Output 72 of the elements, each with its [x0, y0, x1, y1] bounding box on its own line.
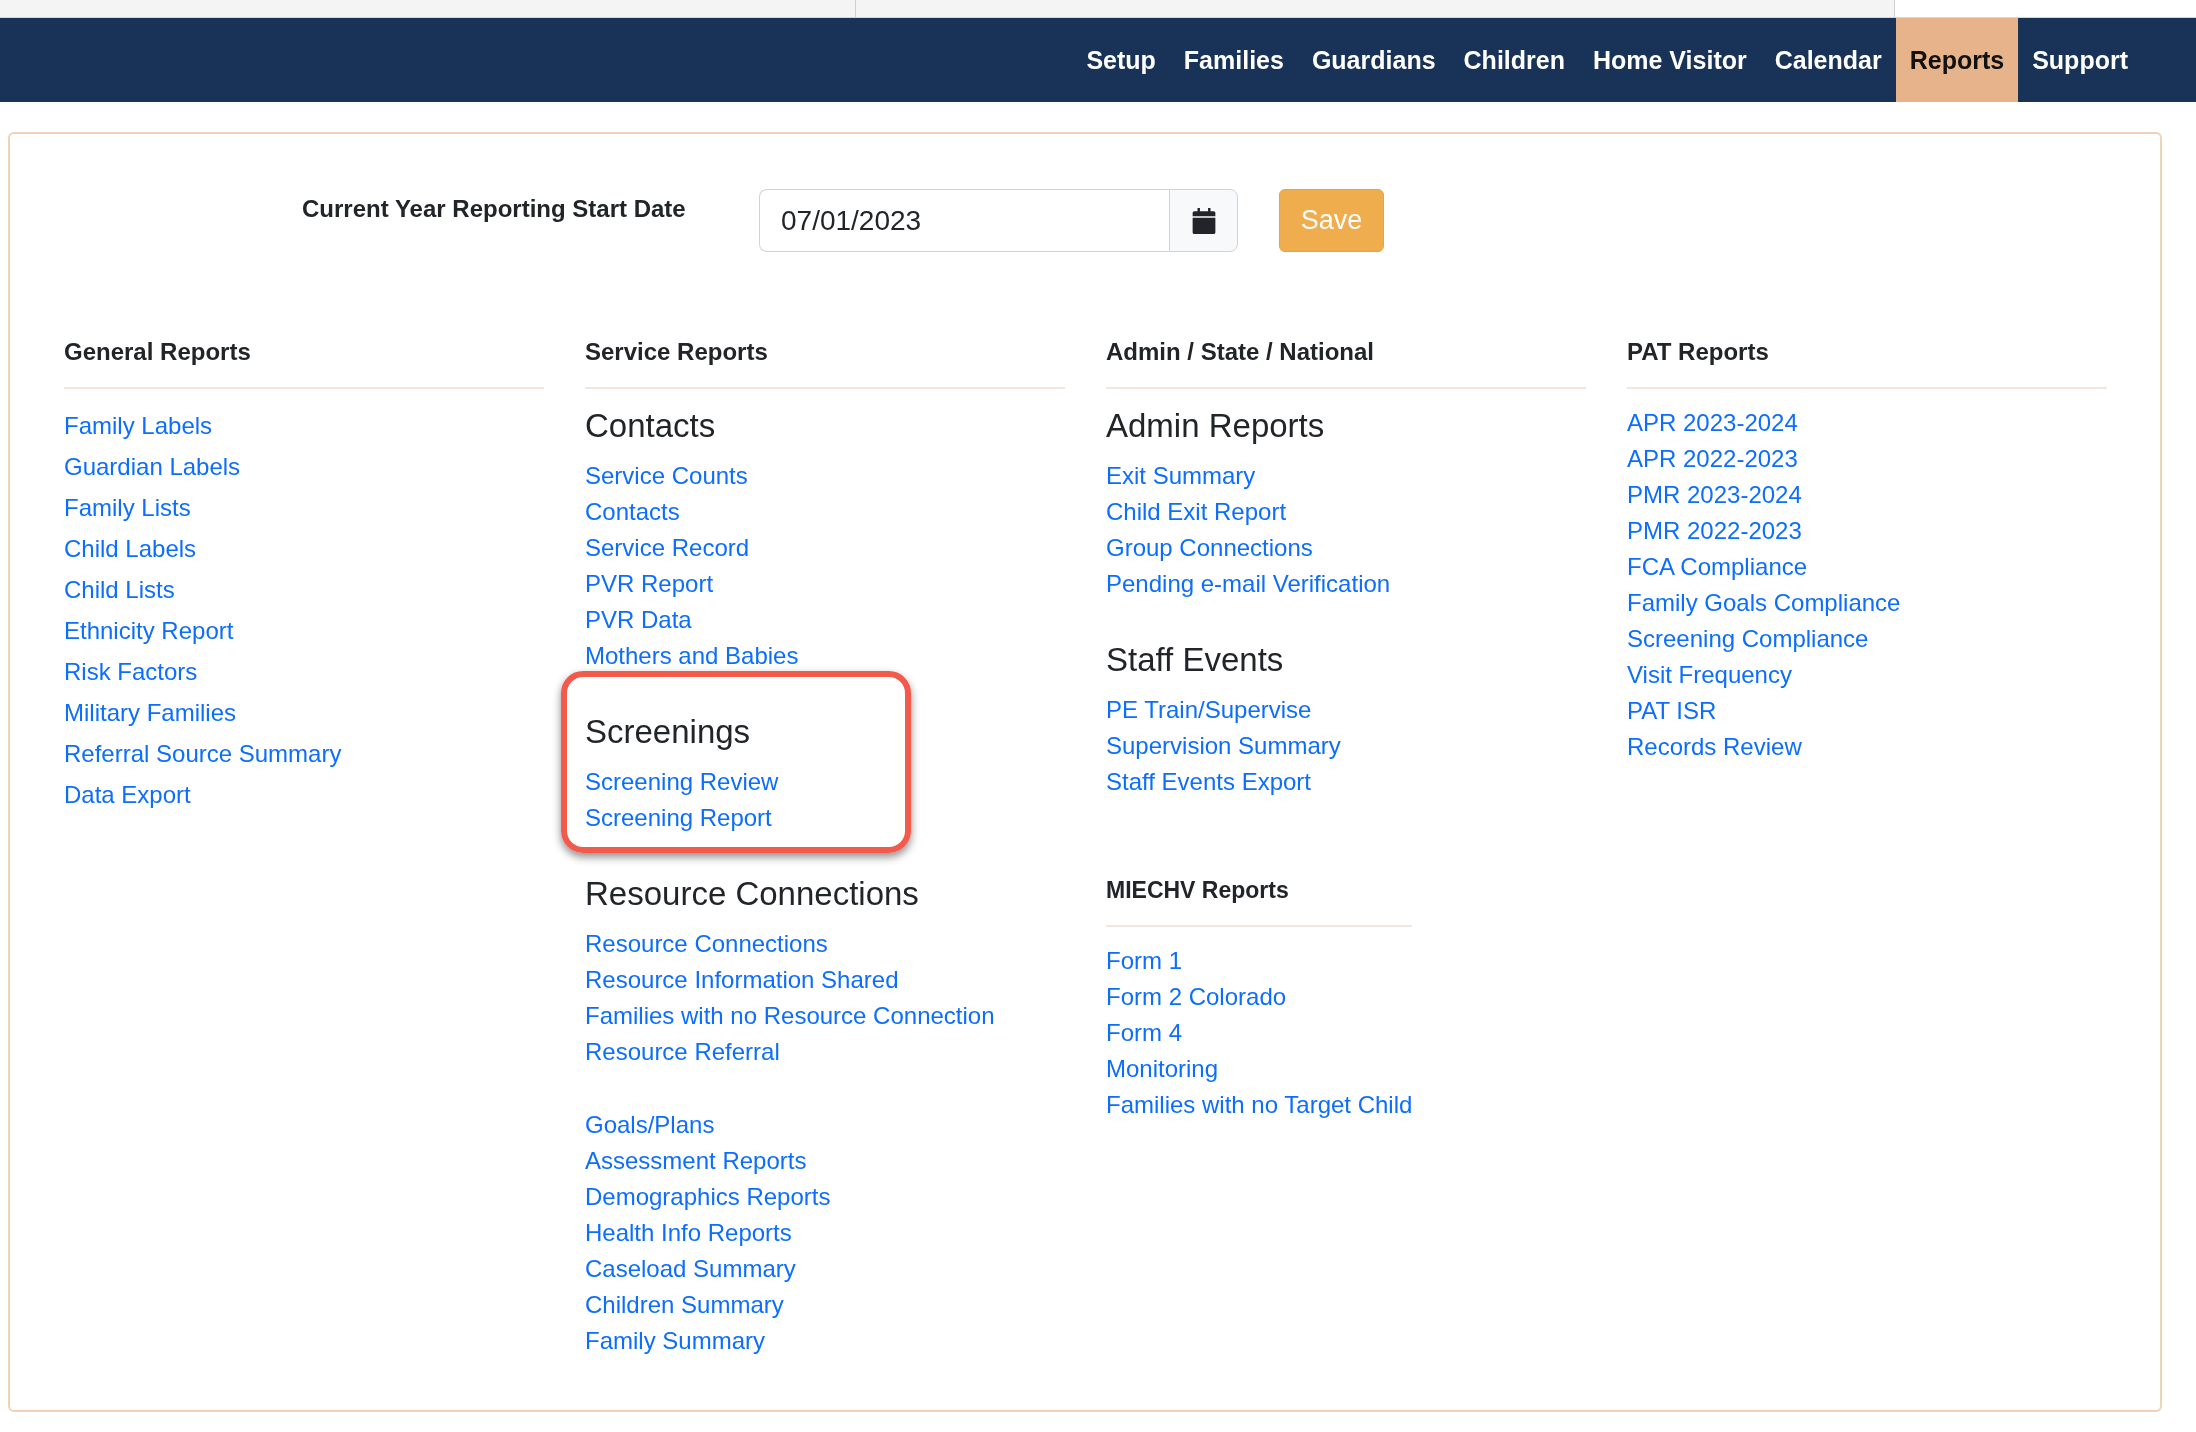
report-link[interactable]: Records Review	[1627, 729, 1802, 765]
nav-item[interactable]: Families	[1169, 18, 1298, 102]
report-link[interactable]: Service Record	[585, 530, 750, 566]
report-link[interactable]: Family Goals Compliance	[1627, 585, 1901, 621]
report-link[interactable]: Family Labels	[64, 405, 213, 446]
report-link[interactable]: Exit Summary	[1106, 458, 1256, 494]
report-link[interactable]: PE Train/Supervise	[1106, 692, 1312, 728]
nav-item[interactable]: Children	[1449, 18, 1579, 102]
date-field[interactable]: 07/01/2023	[759, 189, 1169, 252]
report-link[interactable]: Form 1	[1106, 943, 1182, 979]
nav-item[interactable]: Guardians	[1297, 18, 1450, 102]
report-link[interactable]: Service Counts	[585, 458, 748, 494]
calendar-icon[interactable]	[1190, 207, 1217, 234]
report-link[interactable]: Family Summary	[585, 1323, 765, 1359]
report-link[interactable]: Group Connections	[1106, 530, 1313, 566]
section-title: Resource Connections	[585, 874, 919, 914]
column-heading: General Reports	[64, 335, 544, 389]
report-link[interactable]: Contacts	[585, 494, 680, 530]
report-link[interactable]: PVR Data	[585, 602, 692, 638]
report-link[interactable]: Families with no Target Child	[1106, 1087, 1413, 1123]
report-link[interactable]: Resource Connections	[585, 926, 828, 962]
report-link[interactable]: Child Lists	[64, 569, 175, 610]
report-link[interactable]: Families with no Resource Connection	[585, 998, 995, 1034]
column-heading: Admin / State / National	[1106, 335, 1586, 389]
report-link[interactable]: Health Info Reports	[585, 1215, 792, 1251]
report-link[interactable]: PVR Report	[585, 566, 714, 602]
column-heading: MIECHV Reports	[1106, 873, 1413, 927]
report-link[interactable]: Monitoring	[1106, 1051, 1219, 1087]
report-link[interactable]: Supervision Summary	[1106, 728, 1341, 764]
column-heading: Service Reports	[585, 335, 1065, 389]
report-link[interactable]: PMR 2023-2024	[1627, 477, 1802, 513]
report-link[interactable]: APR 2023-2024	[1627, 405, 1798, 441]
report-link[interactable]: Assessment Reports	[585, 1143, 807, 1179]
section-title: Contacts	[585, 406, 716, 446]
report-link[interactable]: Form 4	[1106, 1015, 1182, 1051]
report-link[interactable]: Screening Review	[585, 764, 779, 800]
section-title: Admin Reports	[1106, 406, 1325, 446]
field-label: Current Year Reporting Start Date	[302, 195, 687, 223]
nav-item[interactable]: Reports	[1895, 18, 2019, 102]
report-link[interactable]: PMR 2022-2023	[1627, 513, 1802, 549]
report-link[interactable]: Goals/Plans	[585, 1107, 715, 1143]
report-link[interactable]: Child Labels	[64, 528, 197, 569]
report-link[interactable]: Referral Source Summary	[64, 733, 342, 774]
report-link[interactable]: Caseload Summary	[585, 1251, 796, 1287]
report-link[interactable]: Mothers and Babies	[585, 638, 799, 674]
report-link[interactable]: Form 2 Colorado	[1106, 979, 1287, 1015]
report-link[interactable]: Staff Events Export	[1106, 764, 1311, 800]
report-link[interactable]: Risk Factors	[64, 651, 198, 692]
report-link[interactable]: Screening Compliance	[1627, 621, 1869, 657]
report-link[interactable]: Visit Frequency	[1627, 657, 1792, 693]
report-link[interactable]: Resource Referral	[585, 1034, 780, 1070]
report-link[interactable]: Child Exit Report	[1106, 494, 1287, 530]
report-link[interactable]: Screening Report	[585, 800, 772, 836]
nav-item[interactable]: Calendar	[1760, 18, 1896, 102]
column-heading: PAT Reports	[1627, 335, 2107, 389]
section-title: Screenings	[585, 712, 751, 752]
report-link[interactable]: Guardian Labels	[64, 446, 241, 487]
report-link[interactable]: FCA Compliance	[1627, 549, 1808, 585]
report-link[interactable]: Ethnicity Report	[64, 610, 234, 651]
report-link[interactable]: PAT ISR	[1627, 693, 1717, 729]
report-link[interactable]: Children Summary	[585, 1287, 784, 1323]
nav-item[interactable]: Support	[2018, 18, 2142, 102]
section-title: Staff Events	[1106, 640, 1284, 680]
report-link[interactable]: Data Export	[64, 774, 191, 815]
report-link[interactable]: Pending e-mail Verification	[1106, 566, 1391, 602]
nav-item[interactable]: Home Visitor	[1578, 18, 1761, 102]
report-link[interactable]: Family Lists	[64, 487, 191, 528]
report-link[interactable]: Resource Information Shared	[585, 962, 899, 998]
report-link[interactable]: Military Families	[64, 692, 236, 733]
report-link[interactable]: Demographics Reports	[585, 1179, 831, 1215]
nav-item[interactable]: Setup	[1072, 18, 1170, 102]
report-link[interactable]: APR 2022-2023	[1627, 441, 1798, 477]
